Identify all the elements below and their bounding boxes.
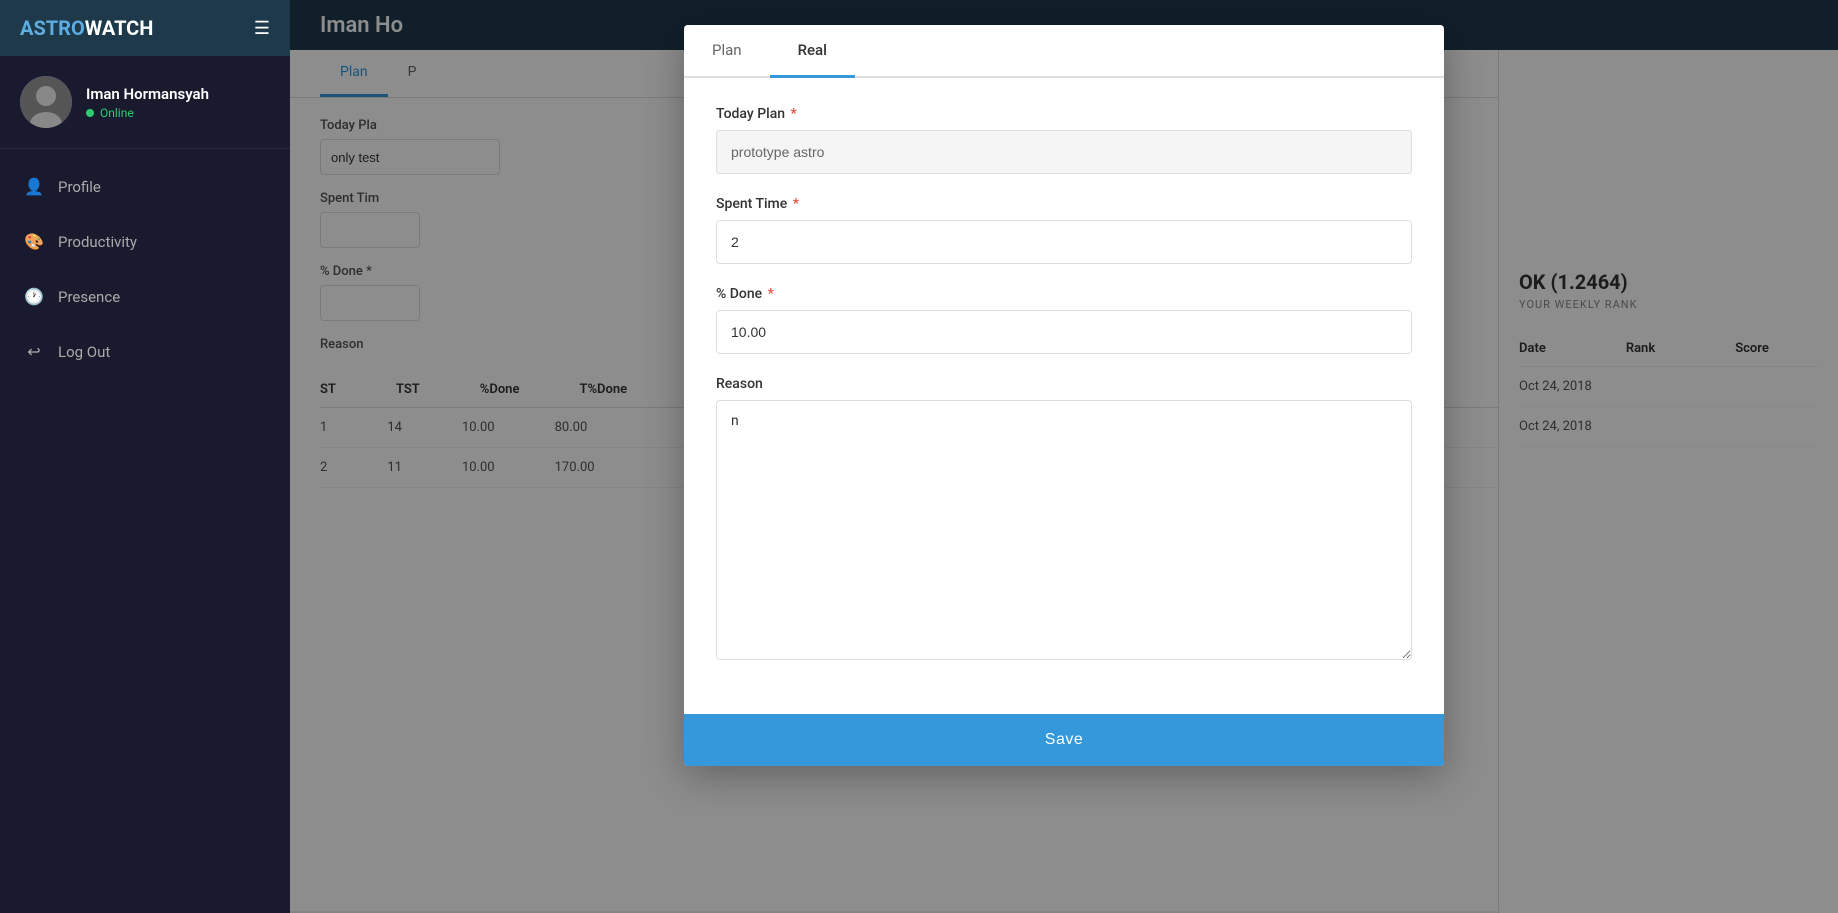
modal-tabs: Plan Real: [684, 25, 1444, 78]
sidebar-item-presence-label: Presence: [58, 288, 120, 306]
today-plan-required: *: [787, 106, 797, 122]
modal-body: Today Plan * Spent Time * % Done *: [684, 78, 1444, 714]
sidebar-item-logout-label: Log Out: [58, 343, 110, 361]
user-name: Iman Hormansyah: [86, 85, 209, 103]
modal-tab-real[interactable]: Real: [770, 25, 855, 78]
modal-tab-plan[interactable]: Plan: [684, 25, 770, 78]
productivity-icon: 🎨: [24, 232, 44, 251]
status-dot: [86, 109, 94, 117]
percent-done-required: *: [764, 286, 774, 302]
app-title-part1: ASTRO: [20, 16, 85, 40]
app-title: ASTROWATCH: [20, 16, 153, 40]
modal-footer: Save: [684, 714, 1444, 766]
form-group-reason: Reason n: [716, 376, 1412, 664]
form-group-today-plan: Today Plan *: [716, 106, 1412, 174]
sidebar-item-presence[interactable]: 🕐 Presence: [0, 269, 290, 324]
reason-label-text: Reason: [716, 376, 763, 392]
sidebar-header: ASTROWATCH ☰: [0, 0, 290, 56]
avatar-image: [20, 76, 72, 128]
today-plan-label-text: Today Plan: [716, 106, 785, 122]
save-button[interactable]: Save: [684, 714, 1444, 766]
avatar: [20, 76, 72, 128]
percent-done-input[interactable]: [716, 310, 1412, 354]
modal-overlay[interactable]: Plan Real Today Plan * Spent Time *: [290, 0, 1838, 913]
profile-icon: 👤: [24, 177, 44, 196]
form-group-percent-done: % Done *: [716, 286, 1412, 354]
today-plan-input[interactable]: [716, 130, 1412, 174]
main-area: Iman Ho Plan P Today Pla Spent Tim % Don…: [290, 0, 1838, 913]
percent-done-label-text: % Done: [716, 286, 762, 302]
reason-label: Reason: [716, 376, 1412, 392]
reason-textarea[interactable]: n: [716, 400, 1412, 660]
sidebar-item-productivity-label: Productivity: [58, 233, 137, 251]
modal-dialog: Plan Real Today Plan * Spent Time *: [684, 25, 1444, 766]
hamburger-icon[interactable]: ☰: [254, 18, 270, 39]
app-title-part2: WATCH: [85, 16, 154, 40]
user-section: Iman Hormansyah Online: [0, 56, 290, 149]
user-info: Iman Hormansyah Online: [86, 85, 209, 120]
spent-time-label-text: Spent Time: [716, 196, 787, 212]
status-text: Online: [100, 106, 134, 120]
spent-time-input[interactable]: [716, 220, 1412, 264]
nav-menu: 👤 Profile 🎨 Productivity 🕐 Presence ↩ Lo…: [0, 149, 290, 913]
avatar-placeholder: [20, 76, 72, 128]
sidebar-item-productivity[interactable]: 🎨 Productivity: [0, 214, 290, 269]
spent-time-label: Spent Time *: [716, 196, 1412, 212]
sidebar: ASTROWATCH ☰ Iman Hormansyah Online: [0, 0, 290, 913]
sidebar-item-logout[interactable]: ↩ Log Out: [0, 324, 290, 379]
logout-icon: ↩: [24, 342, 44, 361]
user-status: Online: [86, 106, 209, 120]
sidebar-item-profile-label: Profile: [58, 178, 101, 196]
presence-icon: 🕐: [24, 287, 44, 306]
sidebar-item-profile[interactable]: 👤 Profile: [0, 159, 290, 214]
form-group-spent-time: Spent Time *: [716, 196, 1412, 264]
spent-time-required: *: [789, 196, 799, 212]
today-plan-label: Today Plan *: [716, 106, 1412, 122]
percent-done-label: % Done *: [716, 286, 1412, 302]
